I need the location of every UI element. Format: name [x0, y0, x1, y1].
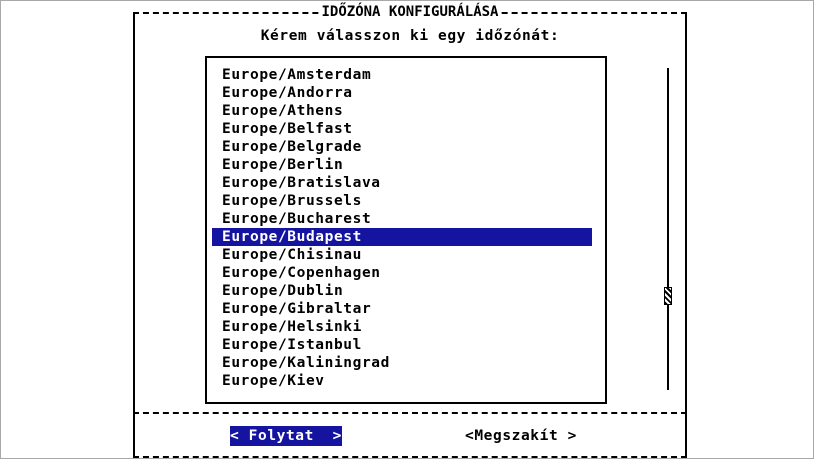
- timezone-item[interactable]: Europe/Athens: [212, 102, 592, 120]
- timezone-item[interactable]: Europe/Dublin: [212, 282, 592, 300]
- listbox-right-border: [605, 58, 607, 402]
- scrollbar-track[interactable]: [667, 68, 669, 390]
- timezone-item[interactable]: Europe/Belfast: [212, 120, 592, 138]
- dialog-prompt: Kérem válasszon ki egy időzónát:: [260, 28, 560, 44]
- timezone-item[interactable]: Europe/Andorra: [212, 84, 592, 102]
- timezone-item[interactable]: Europe/Belgrade: [212, 138, 592, 156]
- dialog-title-row: IDŐZÓNA KONFIGURÁLÁSA: [133, 3, 687, 21]
- timezone-item[interactable]: Europe/Helsinki: [212, 318, 592, 336]
- list-scrollbar[interactable]: [664, 68, 672, 390]
- dialog-right-border: [685, 12, 687, 458]
- timezone-item-selected[interactable]: Europe/Budapest: [212, 228, 592, 246]
- timezone-item[interactable]: Europe/Brussels: [212, 192, 592, 210]
- timezone-dialog: IDŐZÓNA KONFIGURÁLÁSA Kérem válasszon ki…: [133, 4, 687, 458]
- dialog-left-border: [133, 12, 135, 458]
- timezone-item[interactable]: Europe/Kiev: [212, 372, 592, 390]
- continue-button[interactable]: < Folytat >: [230, 426, 342, 446]
- timezone-item[interactable]: Europe/Bratislava: [212, 174, 592, 192]
- timezone-item[interactable]: Europe/Copenhagen: [212, 264, 592, 282]
- timezone-item[interactable]: Europe/Amsterdam: [212, 66, 592, 84]
- timezone-item[interactable]: Europe/Gibraltar: [212, 300, 592, 318]
- dialog-separator: [133, 412, 687, 414]
- cancel-button[interactable]: <Megszakít >: [465, 426, 577, 446]
- button-bar: < Folytat > <Megszakít >: [133, 426, 687, 448]
- dialog-title: IDŐZÓNA KONFIGURÁLÁSA: [319, 4, 501, 20]
- timezone-item[interactable]: Europe/Chisinau: [212, 246, 592, 264]
- timezone-item[interactable]: Europe/Berlin: [212, 156, 592, 174]
- screen: IDŐZÓNA KONFIGURÁLÁSA Kérem válasszon ki…: [0, 0, 814, 459]
- scrollbar-thumb[interactable]: [664, 287, 672, 305]
- timezone-item[interactable]: Europe/Kaliningrad: [212, 354, 592, 372]
- timezone-listbox[interactable]: Europe/Amsterdam Europe/Andorra Europe/Ath…: [205, 56, 672, 404]
- timezone-item[interactable]: Europe/Bucharest: [212, 210, 592, 228]
- timezone-item[interactable]: Europe/Istanbul: [212, 336, 592, 354]
- timezone-list[interactable]: Europe/Amsterdam Europe/Andorra Europe/Ath…: [212, 66, 592, 390]
- dialog-bottom-border: [133, 456, 687, 458]
